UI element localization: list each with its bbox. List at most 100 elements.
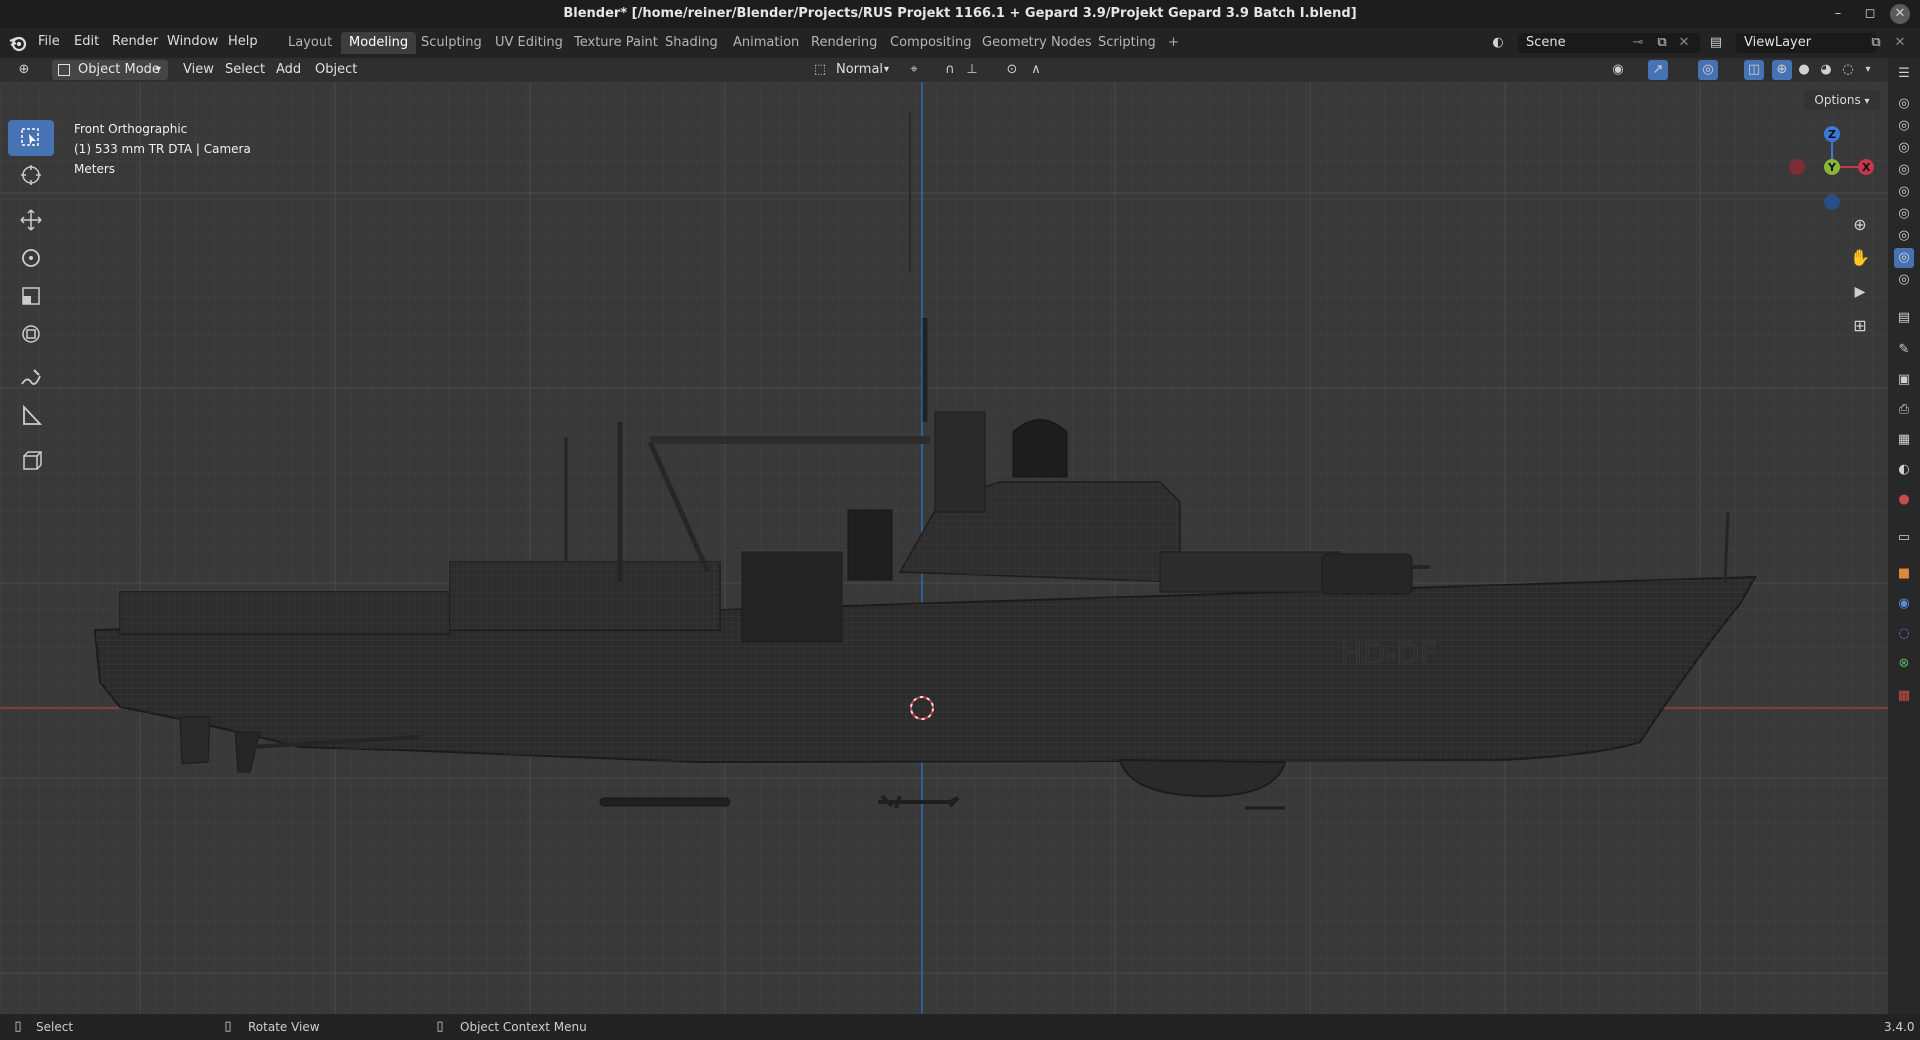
- camera-restrict-icon[interactable]: ◎: [1894, 138, 1914, 158]
- visibility-icon[interactable]: ◉: [1608, 60, 1628, 80]
- properties-toggle-icon[interactable]: ▤: [1894, 308, 1914, 328]
- snap-icon[interactable]: ∩: [940, 60, 960, 80]
- solid-shading-icon[interactable]: ●: [1794, 60, 1814, 80]
- rotate-tool[interactable]: [8, 240, 54, 276]
- proportional-editing-icon[interactable]: ⊙: [1002, 60, 1022, 80]
- tab-scripting[interactable]: Scripting: [1090, 32, 1164, 54]
- tab-modeling[interactable]: Modeling: [341, 32, 417, 54]
- outliner-icon[interactable]: ☰: [1894, 64, 1914, 84]
- tab-texture-paint[interactable]: Texture Paint: [566, 32, 666, 54]
- tab-shading[interactable]: Shading: [657, 32, 726, 54]
- ortho-grid-icon[interactable]: ⊞: [1850, 316, 1870, 336]
- move-tool[interactable]: [8, 202, 54, 238]
- status-bar: ▯ Select ▯ Rotate View ▯ Object Context …: [0, 1014, 1920, 1040]
- texture-properties-icon[interactable]: ▩: [1894, 686, 1914, 706]
- camera-restrict-icon[interactable]: ◎: [1894, 226, 1914, 246]
- delete-scene-icon[interactable]: ✕: [1674, 33, 1694, 53]
- pan-hand-icon[interactable]: ✋: [1850, 248, 1870, 268]
- menu-help[interactable]: Help: [228, 34, 258, 49]
- camera-view-icon[interactable]: ▶: [1850, 282, 1870, 302]
- cursor-tool[interactable]: [8, 157, 54, 193]
- menu-view[interactable]: View: [183, 60, 214, 80]
- options-dropdown[interactable]: Options ▾: [1804, 90, 1880, 110]
- menu-window[interactable]: Window: [167, 34, 218, 49]
- object-properties-icon[interactable]: ■: [1894, 564, 1914, 584]
- menu-select[interactable]: Select: [225, 60, 265, 80]
- render-properties-icon[interactable]: ▣: [1894, 370, 1914, 390]
- delete-viewlayer-icon[interactable]: ✕: [1890, 33, 1910, 53]
- editor-type-icon[interactable]: ⊕: [14, 60, 34, 80]
- menu-render[interactable]: Render: [112, 34, 158, 49]
- status-context-menu: Object Context Menu: [460, 1020, 587, 1034]
- gizmo-neg-x-handle[interactable]: [1789, 159, 1805, 175]
- camera-restrict-icon[interactable]: ◎: [1894, 116, 1914, 136]
- transform-tool[interactable]: [8, 316, 54, 352]
- view-layer-properties-icon[interactable]: ▦: [1894, 430, 1914, 450]
- tool-properties-icon[interactable]: ✎: [1894, 340, 1914, 360]
- falloff-icon[interactable]: ∧: [1026, 60, 1046, 80]
- pin-icon[interactable]: ⊸: [1628, 33, 1648, 53]
- rendered-shading-icon[interactable]: ◌: [1838, 60, 1858, 80]
- add-workspace-button[interactable]: +: [1160, 32, 1187, 54]
- tab-layout[interactable]: Layout: [280, 32, 340, 54]
- material-shading-icon[interactable]: ◕: [1816, 60, 1836, 80]
- tab-uv-editing[interactable]: UV Editing: [487, 32, 571, 54]
- tab-sculpting[interactable]: Sculpting: [413, 32, 490, 54]
- scene-field[interactable]: Scene: [1518, 33, 1700, 53]
- view-name: Front Orthographic: [74, 122, 188, 136]
- tab-geometry-nodes[interactable]: Geometry Nodes: [974, 32, 1100, 54]
- tab-animation[interactable]: Animation: [725, 32, 807, 54]
- constraint-properties-icon[interactable]: ⊗: [1894, 654, 1914, 674]
- menu-edit[interactable]: Edit: [74, 34, 99, 49]
- select-box-tool[interactable]: [8, 120, 54, 156]
- window-titlebar: Blender* [/home/reiner/Blender/Projects/…: [0, 0, 1920, 28]
- xray-toggle-icon[interactable]: ◫: [1744, 60, 1764, 80]
- camera-restrict-icon[interactable]: ◎: [1894, 160, 1914, 180]
- shading-options-chevron-icon[interactable]: ▾: [1858, 60, 1878, 80]
- measure-tool[interactable]: [8, 398, 54, 434]
- blender-logo-icon[interactable]: [8, 34, 28, 52]
- maximize-button[interactable]: ◻: [1860, 4, 1880, 24]
- add-cube-tool[interactable]: [8, 442, 54, 478]
- menu-object[interactable]: Object: [315, 60, 357, 80]
- camera-restrict-icon[interactable]: ◎: [1894, 248, 1914, 268]
- collection-properties-icon[interactable]: ▭: [1894, 528, 1914, 548]
- window-title: Blender* [/home/reiner/Blender/Projects/…: [563, 6, 1357, 21]
- modifier-properties-icon[interactable]: ◉: [1894, 594, 1914, 614]
- menu-file[interactable]: File: [38, 34, 60, 49]
- new-scene-icon[interactable]: ⧉: [1652, 33, 1672, 53]
- scene-properties-icon[interactable]: ◐: [1894, 460, 1914, 480]
- camera-restrict-icon[interactable]: ◎: [1894, 204, 1914, 224]
- zoom-icon[interactable]: ⊕: [1850, 215, 1870, 235]
- mouse-right-icon: ▯: [436, 1019, 444, 1034]
- pivot-point-icon[interactable]: ⌖: [904, 60, 924, 80]
- snap-target-icon[interactable]: ⊥: [962, 60, 982, 80]
- gizmo-toggle-icon[interactable]: ↗: [1648, 60, 1668, 80]
- annotate-tool[interactable]: [8, 360, 54, 396]
- wireframe-shading-icon[interactable]: ⊕: [1772, 60, 1792, 80]
- world-properties-icon[interactable]: ●: [1894, 490, 1914, 510]
- menu-add[interactable]: Add: [276, 60, 301, 80]
- tab-rendering[interactable]: Rendering: [803, 32, 885, 54]
- camera-restrict-icon[interactable]: ◎: [1894, 94, 1914, 114]
- camera-restrict-icon[interactable]: ◎: [1894, 182, 1914, 202]
- physics-properties-icon[interactable]: ◌: [1894, 624, 1914, 644]
- transform-orientation-dropdown[interactable]: Normal: [836, 60, 883, 80]
- mode-dropdown[interactable]: Object Mode ▾: [52, 60, 168, 80]
- collection-info: (1) 533 mm TR DTA | Camera: [74, 142, 251, 156]
- scale-tool[interactable]: [8, 278, 54, 314]
- overlay-toggle-icon[interactable]: ◎: [1698, 60, 1718, 80]
- scene-selector-icon[interactable]: ◐: [1488, 33, 1508, 53]
- new-viewlayer-icon[interactable]: ⧉: [1866, 33, 1886, 53]
- close-button[interactable]: ✕: [1890, 4, 1910, 24]
- transform-icon: [22, 325, 40, 343]
- gizmo-neg-z-handle[interactable]: [1824, 194, 1840, 210]
- viewlayer-field[interactable]: ViewLayer: [1736, 33, 1876, 53]
- viewlayer-selector-icon[interactable]: ▤: [1706, 33, 1726, 53]
- camera-restrict-icon[interactable]: ◎: [1894, 270, 1914, 290]
- minimize-button[interactable]: –: [1828, 4, 1848, 24]
- output-properties-icon[interactable]: ⎙: [1894, 400, 1914, 420]
- 3d-viewport[interactable]: HD-DF Z X Y Front Orthographic (1) 533 m…: [0, 82, 1888, 1014]
- status-rotate-view: Rotate View: [248, 1020, 320, 1034]
- tab-compositing[interactable]: Compositing: [882, 32, 980, 54]
